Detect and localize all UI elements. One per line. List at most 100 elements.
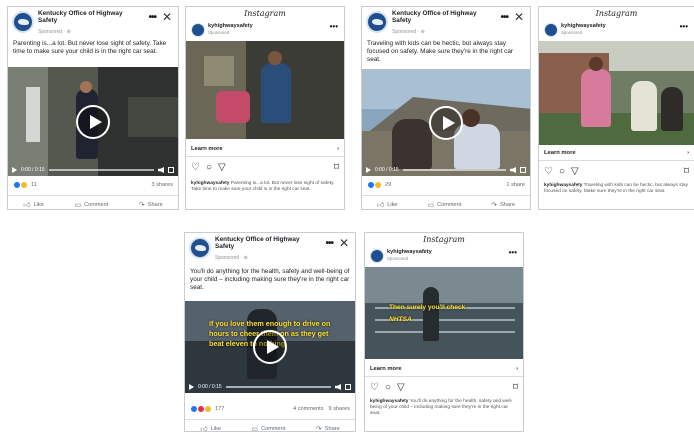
page-name[interactable]: Kentucky Office of Highway Safety — [38, 10, 136, 24]
more-options-icon[interactable]: ••• — [148, 12, 156, 23]
comment-button[interactable]: ▭ Comment — [74, 200, 108, 209]
ad-image[interactable] — [539, 41, 694, 145]
more-options-icon[interactable]: ••• — [680, 22, 688, 31]
page-name[interactable]: Kentucky Office of Highway Safety — [392, 10, 490, 24]
send-icon[interactable]: ▽ — [397, 382, 405, 393]
fullscreen-icon[interactable] — [520, 167, 526, 173]
comment-icon[interactable]: ○ — [385, 382, 391, 393]
close-icon[interactable]: ✕ — [339, 236, 349, 250]
ig-action-icons: ♡ ○ ▽ ⌑ — [370, 382, 518, 393]
learn-more-button[interactable]: Learn more › — [539, 145, 694, 161]
bookmark-icon[interactable]: ⌑ — [334, 162, 339, 173]
video-caption-overlay: Then surely you'll check — [389, 304, 466, 311]
comment-icon[interactable]: ○ — [559, 166, 565, 177]
account-handle[interactable]: kyhighwaysafety — [208, 23, 253, 29]
haha-reaction-icon — [204, 405, 212, 413]
ad-video[interactable]: 0:00 / 0:15 — [8, 67, 178, 176]
page-name[interactable]: Kentucky Office of Highway Safety — [215, 236, 313, 250]
post-header: Kentucky Office of Highway Safety Sponso… — [8, 7, 178, 37]
kohs-logo[interactable] — [189, 237, 211, 259]
play-small-icon[interactable] — [189, 384, 194, 390]
play-small-icon[interactable] — [12, 167, 17, 173]
like-button[interactable]: 👍︎ Like — [200, 424, 221, 432]
instagram-ad-2: Instagram kyhighwaysafety Sponsored ••• … — [538, 6, 694, 210]
post-header: kyhighwaysafety Sponsored ••• — [539, 21, 694, 39]
reactions-row: 29 1 share — [367, 181, 525, 189]
more-options-icon[interactable]: ••• — [509, 248, 517, 257]
sponsored-label: Sponsored · ⊕ — [215, 255, 248, 261]
kohs-logo[interactable] — [544, 23, 558, 37]
like-button[interactable]: 👍︎ Like — [377, 200, 398, 210]
volume-icon[interactable] — [510, 167, 516, 173]
share-button[interactable]: ↷ Share — [491, 200, 515, 209]
share-button[interactable]: ↷ Share — [139, 200, 163, 209]
caption-user[interactable]: kyhighwaysafety — [191, 181, 229, 186]
close-icon[interactable]: ✕ — [514, 10, 524, 24]
share-icon: ↷ — [491, 201, 498, 209]
share-icon: ↷ — [138, 201, 145, 209]
caption-user[interactable]: kyhighwaysafety — [370, 399, 408, 404]
reaction-count[interactable]: 29 — [385, 182, 391, 188]
video-controls[interactable]: 0:00 / 0:15 — [8, 164, 178, 176]
post-header: kyhighwaysafety Sponsored ••• — [186, 21, 344, 39]
reaction-count[interactable]: 11 — [31, 182, 37, 188]
play-icon[interactable] — [253, 330, 287, 364]
ad-image[interactable]: Then surely you'll check NHTSA — [365, 267, 523, 359]
kohs-logo[interactable] — [370, 249, 384, 263]
comment-icon: ▭ — [427, 201, 435, 209]
haha-reaction-icon — [374, 181, 382, 189]
more-options-icon[interactable]: ••• — [325, 238, 333, 249]
send-icon[interactable]: ▽ — [571, 166, 579, 177]
comment-button[interactable]: ▭ Comment — [251, 424, 285, 432]
heart-icon[interactable]: ♡ — [191, 162, 200, 173]
more-options-icon[interactable]: ••• — [500, 12, 508, 23]
heart-icon[interactable]: ♡ — [544, 166, 553, 177]
send-icon[interactable]: ▽ — [218, 162, 226, 173]
ig-action-icons: ♡ ○ ▽ ⌑ — [191, 162, 339, 173]
comment-count[interactable]: 4 comments — [293, 406, 323, 412]
volume-icon[interactable] — [335, 384, 341, 390]
comment-icon: ▭ — [251, 425, 259, 432]
sponsored-label: Sponsored — [208, 30, 230, 35]
share-button[interactable]: ↷ Share — [316, 424, 340, 432]
progress-bar[interactable] — [48, 169, 154, 171]
learn-more-button[interactable]: Learn more › — [365, 361, 523, 377]
heart-icon[interactable]: ♡ — [370, 382, 379, 393]
caption-user[interactable]: kyhighwaysafety — [544, 183, 582, 188]
share-count[interactable]: 3 shares — [152, 182, 173, 188]
comment-button[interactable]: ▭ Comment — [427, 200, 461, 209]
share-count[interactable]: 1 share — [506, 182, 525, 188]
play-icon[interactable] — [429, 105, 463, 140]
bookmark-icon[interactable]: ⌑ — [684, 166, 689, 177]
video-controls[interactable]: 0:00 / 0:15 — [362, 164, 530, 176]
progress-bar[interactable] — [225, 386, 331, 388]
close-icon[interactable]: ✕ — [162, 10, 172, 24]
ad-image[interactable] — [186, 41, 344, 139]
account-handle[interactable]: kyhighwaysafety — [561, 23, 606, 29]
kohs-logo[interactable] — [191, 23, 205, 37]
reaction-count[interactable]: 177 — [215, 406, 224, 412]
progress-bar[interactable] — [402, 169, 506, 171]
account-handle[interactable]: kyhighwaysafety — [387, 249, 432, 255]
bookmark-icon[interactable]: ⌑ — [513, 382, 518, 393]
volume-icon[interactable] — [158, 167, 164, 173]
fullscreen-icon[interactable] — [168, 167, 174, 173]
more-options-icon[interactable]: ••• — [330, 22, 338, 31]
play-icon[interactable] — [76, 104, 110, 139]
video-controls[interactable]: 0:00 / 0:15 — [185, 381, 355, 393]
ad-video[interactable]: 0:00 / 0:15 — [362, 69, 530, 176]
instagram-logo: Instagram — [244, 9, 286, 18]
like-icon: 👍︎ — [200, 426, 208, 432]
share-count[interactable]: 9 shares — [329, 406, 350, 412]
comment-icon[interactable]: ○ — [206, 162, 212, 173]
action-bar: 👍︎ Like ▭ Comment ↷ Share — [185, 419, 355, 432]
kohs-logo[interactable] — [12, 11, 34, 33]
play-small-icon[interactable] — [366, 167, 371, 173]
like-icon: 👍︎ — [23, 202, 31, 209]
learn-more-button[interactable]: Learn more › — [186, 141, 344, 157]
fullscreen-icon[interactable] — [345, 384, 351, 390]
like-button[interactable]: 👍︎ Like — [23, 200, 44, 210]
reactions-row: 177 4 comments 9 shares — [190, 405, 350, 413]
ad-video[interactable]: If you love them enough to drive on hour… — [185, 301, 355, 393]
kohs-logo[interactable] — [366, 11, 388, 33]
